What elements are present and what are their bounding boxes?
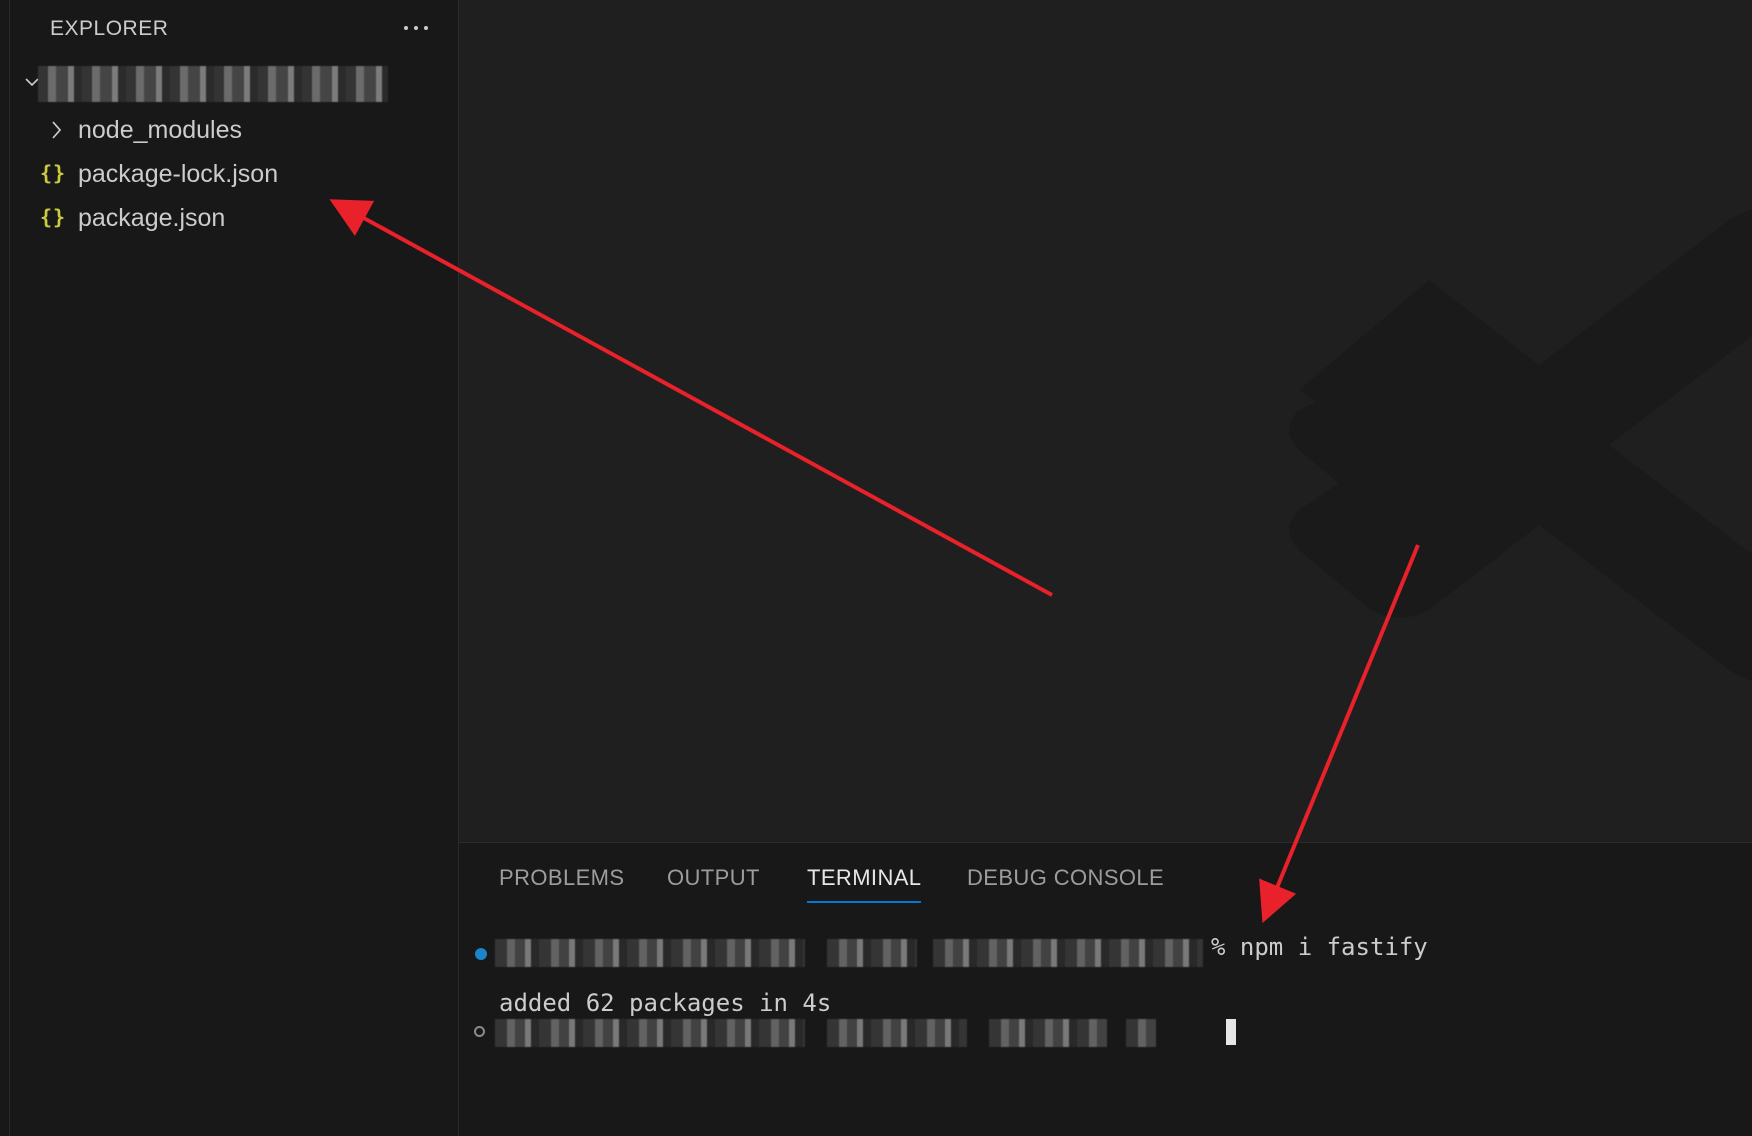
tree-item-package-lock-json[interactable]: {} package-lock.json (10, 152, 458, 196)
tab-terminal[interactable]: TERMINAL (807, 865, 922, 903)
tab-output[interactable]: OUTPUT (667, 865, 760, 901)
terminal-cursor (1226, 1019, 1236, 1045)
redacted-prompt-segment (989, 1019, 1107, 1047)
redacted-folder-name (38, 66, 388, 102)
chevron-right-icon (52, 121, 62, 139)
tab-problems[interactable]: PROBLEMS (499, 865, 624, 901)
explorer-title: EXPLORER (50, 17, 169, 40)
explorer-header: EXPLORER (10, 0, 459, 60)
tree-item-label: node_modules (78, 116, 243, 144)
json-icon: {} (40, 161, 67, 185)
redacted-prompt-segment (827, 939, 917, 967)
terminal-command: % npm i fastify (1211, 933, 1428, 961)
bottom-panel: PROBLEMS OUTPUT TERMINAL DEBUG CONSOLE %… (459, 842, 1752, 1136)
json-icon: {} (40, 205, 67, 229)
redacted-prompt-segment (827, 1019, 967, 1047)
redacted-prompt-segment (933, 939, 1203, 967)
ellipsis-icon[interactable] (396, 12, 436, 44)
workspace-root-folder[interactable] (10, 64, 458, 108)
command-success-dot-icon[interactable] (475, 948, 487, 960)
activity-bar-edge (0, 0, 10, 1136)
tree-item-node-modules[interactable]: node_modules (10, 108, 458, 152)
redacted-prompt-segment (495, 1019, 805, 1047)
vscode-logo-watermark-icon (1289, 209, 1752, 682)
tab-debug-console[interactable]: DEBUG CONSOLE (967, 865, 1164, 901)
tree-item-label: package.json (78, 204, 226, 232)
redacted-prompt-segment (495, 939, 805, 967)
tree-item-label: package-lock.json (78, 160, 279, 188)
editor-area[interactable] (459, 0, 1752, 842)
terminal-output: added 62 packages in 4s (499, 989, 832, 1017)
command-pending-dot-icon[interactable] (474, 1026, 485, 1037)
tree-item-package-json[interactable]: {} package.json (10, 196, 458, 240)
redacted-prompt-segment (1126, 1019, 1156, 1047)
explorer-sidebar: EXPLORER node_modules {} package-lock.js… (10, 0, 459, 1136)
